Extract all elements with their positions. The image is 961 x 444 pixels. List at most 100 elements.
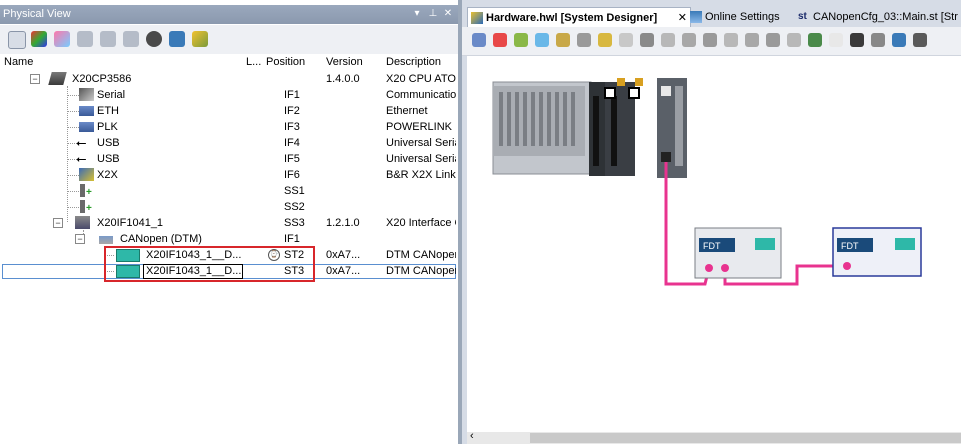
tab-label: Online Settings (705, 11, 780, 23)
row-position: IF1 (284, 89, 300, 101)
color-icon[interactable] (31, 31, 47, 47)
physical-view-panel: Physical View ▾ ⊥ ✕ Name L... Position V… (0, 0, 458, 444)
tab-main-st[interactable]: st CANopenCfg_03::Main.st [Str (795, 7, 961, 27)
tree-row[interactable]: − X20IF1041_1 SS3 1.2.1.0 X20 Interface … (0, 215, 458, 231)
tree-row[interactable]: + SS2 (0, 199, 458, 215)
interface-module-icon (75, 216, 90, 229)
row-name: PLK (97, 121, 118, 133)
tree-row[interactable]: − X20CP3586 1.4.0.0 X20 CPU ATO (0, 71, 458, 87)
toolbar-button-icon[interactable] (892, 33, 906, 47)
module4-icon[interactable] (123, 31, 139, 47)
plc-module-image[interactable] (492, 78, 687, 178)
col-version-header[interactable]: Version (326, 56, 363, 68)
search-icon[interactable] (146, 31, 162, 47)
toolbar-button-icon[interactable] (493, 33, 507, 47)
col-name-header[interactable]: Name (4, 56, 33, 68)
tab-online-settings[interactable]: Online Settings (687, 7, 807, 27)
toolbar-button-icon[interactable] (808, 33, 822, 47)
usb-icon: ⭠ (76, 135, 87, 150)
module3-icon[interactable] (100, 31, 116, 47)
horizontal-scrollbar[interactable]: ‹ (467, 430, 961, 444)
toolbar-button-icon[interactable] (787, 33, 801, 47)
close-icon[interactable]: ✕ (442, 7, 454, 21)
toolbar-button-icon[interactable] (661, 33, 675, 47)
row-version: 1.4.0.0 (326, 73, 360, 85)
fdt-label: FDT (841, 241, 859, 251)
physical-view-titlebar: Physical View ▾ ⊥ ✕ (0, 5, 458, 24)
st-icon: st (798, 11, 807, 22)
tree-row[interactable]: + SS1 (0, 183, 458, 199)
monitor-icon (690, 11, 702, 23)
physical-view-toolbar (0, 25, 458, 55)
scroll-left-icon[interactable]: ‹ (470, 430, 474, 442)
tab-label: Hardware.hwl [System Designer] (486, 12, 658, 24)
col-l-header[interactable]: L... (246, 56, 261, 68)
toolbar-button-icon[interactable] (598, 33, 612, 47)
tree-row[interactable]: X2X IF6 B&R X2X Link (0, 167, 458, 183)
close-icon[interactable]: ✕ (678, 8, 687, 28)
collapse-icon[interactable]: − (75, 234, 85, 244)
toolbar-button-icon[interactable] (724, 33, 738, 47)
tab-label: CANopenCfg_03::Main.st [Str (813, 11, 958, 23)
highlight-box (104, 246, 315, 282)
network-icon[interactable] (169, 31, 185, 47)
module-icon[interactable] (54, 31, 70, 47)
toolbar-button-icon[interactable] (514, 33, 528, 47)
collapse-icon[interactable]: − (53, 218, 63, 228)
row-description: B&R X2X Link (386, 169, 456, 181)
tree-row[interactable]: ⭠ USB IF5 Universal Seria (0, 151, 458, 167)
collapse-icon[interactable]: − (30, 74, 40, 84)
toolbar-button-icon[interactable] (577, 33, 591, 47)
col-position-header[interactable]: Position (266, 56, 305, 68)
toolbar-button-icon[interactable] (682, 33, 696, 47)
toolbar-button-icon[interactable] (472, 33, 486, 47)
toolbar-button-icon[interactable] (535, 33, 549, 47)
hardware-toolbar (462, 27, 961, 56)
usb-icon: ⭠ (76, 151, 87, 166)
toolbar-button-icon[interactable] (850, 33, 864, 47)
module2-icon[interactable] (77, 31, 93, 47)
tree-header: Name L... Position Version Description (0, 54, 458, 70)
tree-row[interactable]: ETH IF2 Ethernet (0, 103, 458, 119)
toolbar-button-icon[interactable] (871, 33, 885, 47)
pencil-icon[interactable] (192, 31, 208, 47)
toolbar-button-icon[interactable] (829, 33, 843, 47)
col-description-header[interactable]: Description (386, 56, 441, 68)
system-designer-canvas[interactable]: FDT FDT (467, 56, 961, 432)
row-position: IF1 (284, 233, 300, 245)
tree-row[interactable]: − CANopen (DTM) IF1 (0, 231, 458, 247)
tree-row[interactable]: ⭠ USB IF4 Universal Seria (0, 135, 458, 151)
row-position: IF5 (284, 153, 300, 165)
row-name: USB (97, 153, 120, 165)
tree-row[interactable]: PLK IF3 POWERLINK (0, 119, 458, 135)
toolbar-button-icon[interactable] (703, 33, 717, 47)
toolbar-button-icon[interactable] (913, 33, 927, 47)
editor-panel: Hardware.hwl [System Designer] ✕ Online … (462, 0, 961, 444)
x2x-icon (79, 168, 94, 181)
row-name: CANopen (DTM) (120, 233, 202, 245)
row-position: IF4 (284, 137, 300, 149)
ethernet-icon (79, 106, 94, 116)
toolbar-button-icon[interactable] (640, 33, 654, 47)
pin-icon[interactable]: ⊥ (427, 7, 439, 21)
tree-row[interactable]: Serial IF1 Communicatior (0, 87, 458, 103)
dropdown-icon[interactable]: ▾ (411, 7, 423, 21)
tab-hardware[interactable]: Hardware.hwl [System Designer] ✕ (467, 7, 691, 28)
canopen-icon (99, 236, 113, 244)
row-description: Ethernet (386, 105, 428, 117)
toolbar-button-icon[interactable] (745, 33, 759, 47)
row-description: POWERLINK (386, 121, 453, 133)
scrollbar-thumb[interactable] (530, 433, 961, 443)
fdt-device-2[interactable]: FDT (832, 227, 922, 277)
fdt-device-1[interactable]: FDT (694, 227, 782, 279)
toolbar-button-icon[interactable] (556, 33, 570, 47)
row-description: Universal Seria (386, 153, 456, 165)
open-icon[interactable] (8, 31, 26, 49)
row-position: SS2 (284, 201, 305, 213)
row-description: Communicatior (386, 89, 456, 101)
toolbar-button-icon[interactable] (619, 33, 633, 47)
row-description: X20 CPU ATO (386, 73, 456, 85)
row-name: ETH (97, 105, 119, 117)
physical-view-title: Physical View (3, 8, 71, 20)
toolbar-button-icon[interactable] (766, 33, 780, 47)
